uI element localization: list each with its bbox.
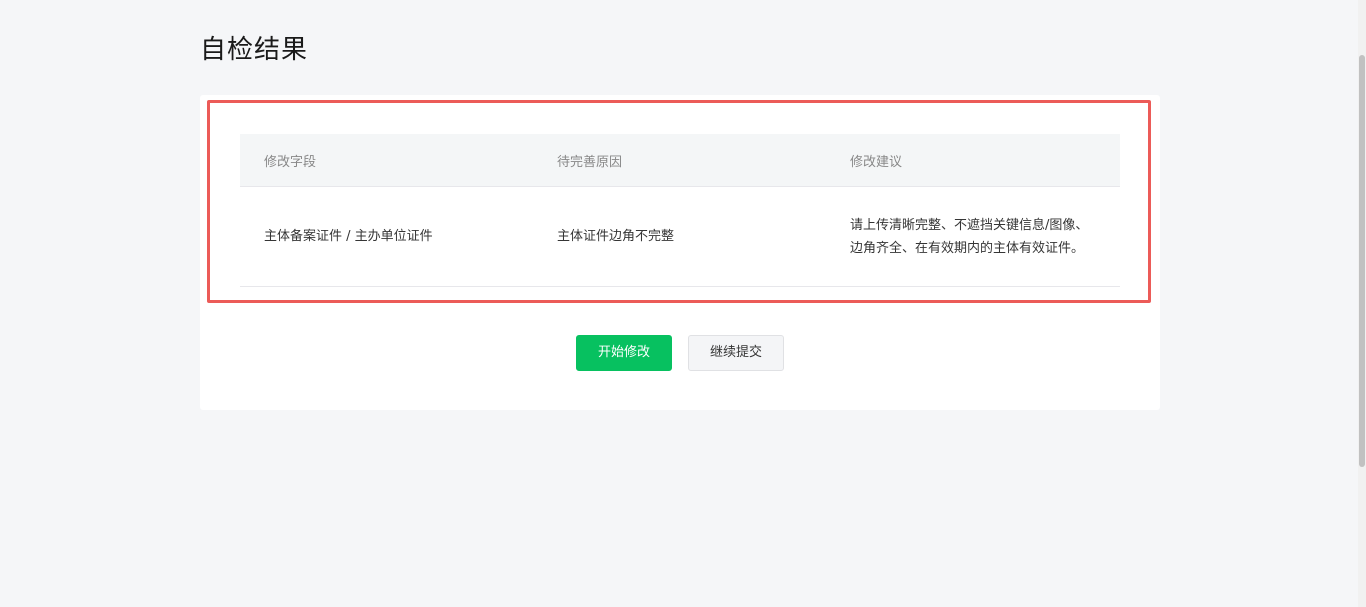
continue-submit-button[interactable]: 继续提交 [688, 335, 784, 371]
cell-field: 主体备案证件 / 主办单位证件 [240, 186, 533, 287]
column-header-advice: 修改建议 [826, 134, 1120, 187]
start-edit-button[interactable]: 开始修改 [576, 335, 672, 371]
column-header-field: 修改字段 [240, 134, 533, 187]
table-header-row: 修改字段 待完善原因 修改建议 [240, 134, 1120, 187]
cell-advice: 请上传清晰完整、不遮挡关键信息/图像、边角齐全、在有效期内的主体有效证件。 [826, 186, 1120, 287]
scrollbar-thumb[interactable] [1359, 55, 1365, 467]
page-scrollbar[interactable] [1358, 0, 1366, 607]
page-title: 自检结果 [200, 35, 309, 65]
column-header-reason: 待完善原因 [533, 134, 826, 187]
table-row: 主体备案证件 / 主办单位证件 主体证件边角不完整 请上传清晰完整、不遮挡关键信… [240, 186, 1120, 287]
result-table: 修改字段 待完善原因 修改建议 主体备案证件 / 主办单位证件 主体证件边角不完… [240, 134, 1120, 287]
cell-reason: 主体证件边角不完整 [533, 186, 826, 287]
page: 自检结果 修改字段 待完善原因 修改建议 主体备案证件 / 主办单位证件 主体证… [0, 0, 1366, 607]
